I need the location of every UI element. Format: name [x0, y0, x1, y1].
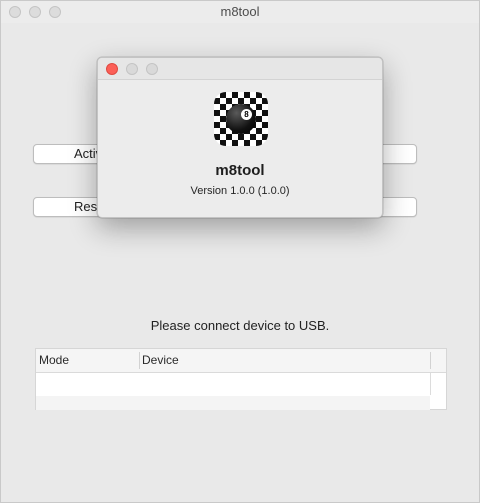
- status-message: Please connect device to USB.: [150, 318, 330, 333]
- about-dialog: 8 m8tool Version 1.0.0 (1.0.0): [97, 57, 383, 218]
- row-divider: [430, 373, 431, 395]
- eight-ball-icon: 8: [226, 104, 256, 134]
- column-divider[interactable]: [139, 352, 140, 369]
- column-header-device[interactable]: Device: [142, 353, 179, 367]
- device-table[interactable]: Mode Device: [35, 348, 447, 410]
- about-app-version: Version 1.0.0 (1.0.0): [190, 185, 290, 197]
- about-close-button[interactable]: [106, 63, 118, 75]
- table-row[interactable]: [36, 373, 430, 395]
- window-title: m8tool: [220, 4, 260, 19]
- main-titlebar: m8tool: [1, 1, 479, 23]
- about-zoom-button: [146, 63, 158, 75]
- about-minimize-button: [126, 63, 138, 75]
- about-titlebar: [98, 58, 382, 80]
- eight-ball-checkered-icon: 8: [214, 92, 268, 146]
- about-app-name: m8tool: [215, 162, 265, 179]
- eight-ball-number: 8: [241, 109, 252, 120]
- table-header: Mode Device: [36, 349, 446, 373]
- table-row[interactable]: [36, 396, 430, 410]
- column-header-mode[interactable]: Mode: [39, 353, 69, 367]
- column-divider[interactable]: [430, 352, 431, 369]
